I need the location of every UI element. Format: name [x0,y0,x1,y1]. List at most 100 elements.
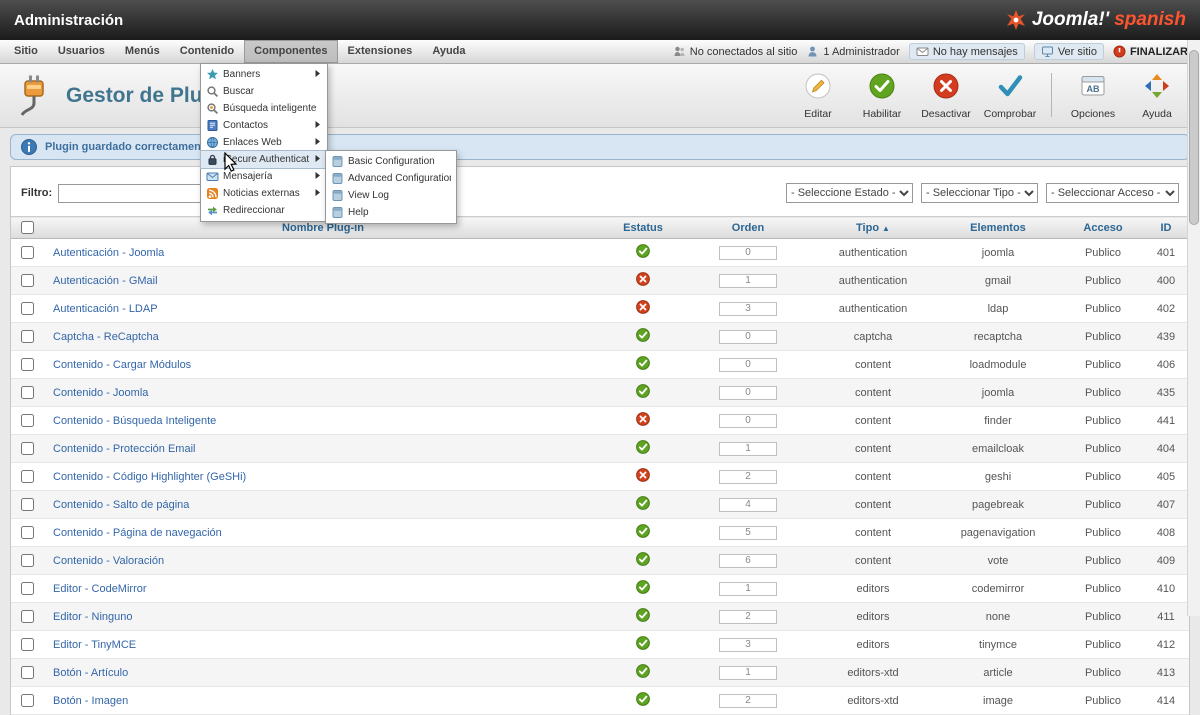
components-menu-item-contactos[interactable]: Contactos [201,117,327,134]
row-checkbox[interactable] [21,470,34,483]
status-enabled-icon[interactable] [636,580,650,594]
filter-search-input[interactable] [58,184,208,203]
status-enabled-icon[interactable] [636,496,650,510]
order-input[interactable] [719,498,777,512]
components-menu-item-isecure-authentication[interactable]: iSecure Authentication [201,151,327,168]
order-input[interactable] [719,414,777,428]
status-enabled-icon[interactable] [636,636,650,650]
row-checkbox[interactable] [21,414,34,427]
order-input[interactable] [719,274,777,288]
menubar-item-componentes[interactable]: Componentes [244,40,337,63]
toolbar-habilitar-button[interactable]: Habilitar [851,69,913,122]
plugin-name-link[interactable]: Editor - CodeMirror [53,583,147,595]
plugin-name-link[interactable]: Botón - Imagen [53,695,128,707]
order-input[interactable] [719,302,777,316]
plugin-name-link[interactable]: Captcha - ReCaptcha [53,331,159,343]
components-menu-item-enlaces-web[interactable]: Enlaces Web [201,134,327,151]
status-disabled-icon[interactable] [636,272,650,286]
components-menu-item-noticias-externas[interactable]: Noticias externas [201,185,327,202]
status-enabled-icon[interactable] [636,692,650,706]
row-checkbox[interactable] [21,246,34,259]
order-input[interactable] [719,386,777,400]
row-checkbox[interactable] [21,302,34,315]
toolbar-ayuda-button[interactable]: Ayuda [1126,69,1188,122]
order-input[interactable] [719,666,777,680]
vertical-scrollbar[interactable] [1187,40,1200,616]
menubar-item-contenido[interactable]: Contenido [170,40,244,63]
plugin-name-link[interactable]: Autenticación - Joomla [53,247,164,259]
order-input[interactable] [719,610,777,624]
components-menu-item-buscar[interactable]: Buscar [201,83,327,100]
menubar-item-menus[interactable]: Menús [115,40,170,63]
toolbar-desactivar-button[interactable]: Desactivar [915,69,977,122]
plugin-name-link[interactable]: Editor - TinyMCE [53,639,136,651]
order-input[interactable] [719,442,777,456]
toolbar-comprobar-button[interactable]: Comprobar [979,69,1041,122]
row-checkbox[interactable] [21,330,34,343]
menubar-item-sitio[interactable]: Sitio [4,40,48,63]
menubar-item-extensiones[interactable]: Extensiones [338,40,423,63]
row-checkbox[interactable] [21,526,34,539]
plugin-name-link[interactable]: Contenido - Cargar Módulos [53,359,191,371]
status-enabled-icon[interactable] [636,552,650,566]
status-enabled-icon[interactable] [636,244,650,258]
col-header-status[interactable]: Estatus [603,217,683,239]
plugin-name-link[interactable]: Contenido - Protección Email [53,443,195,455]
row-checkbox[interactable] [21,638,34,651]
status-enabled-icon[interactable] [636,384,650,398]
submenu-item-view-log[interactable]: View Log [326,187,456,204]
status-enabled-icon[interactable] [636,440,650,454]
status-disabled-icon[interactable] [636,300,650,314]
order-input[interactable] [719,638,777,652]
plugin-name-link[interactable]: Editor - Ninguno [53,611,133,623]
status-1-administrador[interactable]: 1 Administrador [806,45,899,58]
status-ver-sitio[interactable]: Ver sitio [1034,43,1104,60]
status-finalizar[interactable]: FINALIZAR [1113,45,1188,58]
order-input[interactable] [719,246,777,260]
col-header-id[interactable]: ID [1143,217,1189,239]
status-enabled-icon[interactable] [636,608,650,622]
row-checkbox[interactable] [21,386,34,399]
plugin-name-link[interactable]: Contenido - Joomla [53,387,148,399]
col-header-order[interactable]: Orden [683,217,813,239]
plugin-name-link[interactable]: Contenido - Búsqueda Inteligente [53,415,216,427]
components-menu-item-redireccionar[interactable]: Redireccionar [201,202,327,219]
plugin-name-link[interactable]: Autenticación - GMail [53,275,158,287]
plugin-name-link[interactable]: Contenido - Valoración [53,555,164,567]
row-checkbox[interactable] [21,694,34,707]
row-checkbox[interactable] [21,498,34,511]
status-disabled-icon[interactable] [636,412,650,426]
status-no-hay-mensajes[interactable]: No hay mensajes [909,43,1025,60]
plugin-name-link[interactable]: Autenticación - LDAP [53,303,158,315]
row-checkbox[interactable] [21,274,34,287]
plugin-name-link[interactable]: Botón - Artículo [53,667,128,679]
filter-select-seleccione-estado[interactable]: - Seleccione Estado - [786,183,913,203]
row-checkbox[interactable] [21,582,34,595]
row-checkbox[interactable] [21,442,34,455]
toolbar-opciones-button[interactable]: ABOpciones [1062,69,1124,122]
plugin-name-link[interactable]: Contenido - Código Highlighter (GeSHi) [53,471,246,483]
status-enabled-icon[interactable] [636,664,650,678]
order-input[interactable] [719,554,777,568]
col-header-elements[interactable]: Elementos [933,217,1063,239]
toolbar-editar-button[interactable]: Editar [787,69,849,122]
row-checkbox[interactable] [21,610,34,623]
plugin-name-link[interactable]: Contenido - Salto de página [53,499,189,511]
order-input[interactable] [719,330,777,344]
submenu-item-advanced-configuration[interactable]: Advanced Configuration [326,170,456,187]
order-input[interactable] [719,582,777,596]
order-input[interactable] [719,694,777,708]
status-disabled-icon[interactable] [636,468,650,482]
filter-select-seleccionar-tipo[interactable]: - Seleccionar Tipo - [921,183,1038,203]
plugin-name-link[interactable]: Contenido - Página de navegación [53,527,222,539]
components-menu-item-busqueda-inteligente[interactable]: Búsqueda inteligente [201,100,327,117]
status-enabled-icon[interactable] [636,356,650,370]
order-input[interactable] [719,526,777,540]
col-header-type[interactable]: Tipo [813,217,933,239]
status-no-conectados-al-sitio[interactable]: No conectados al sitio [673,45,798,58]
submenu-item-basic-configuration[interactable]: Basic Configuration [326,153,456,170]
menubar-item-ayuda[interactable]: Ayuda [422,40,475,63]
order-input[interactable] [719,470,777,484]
scrollbar-thumb[interactable] [1189,50,1199,225]
components-menu-item-mensajeria[interactable]: Mensajería [201,168,327,185]
